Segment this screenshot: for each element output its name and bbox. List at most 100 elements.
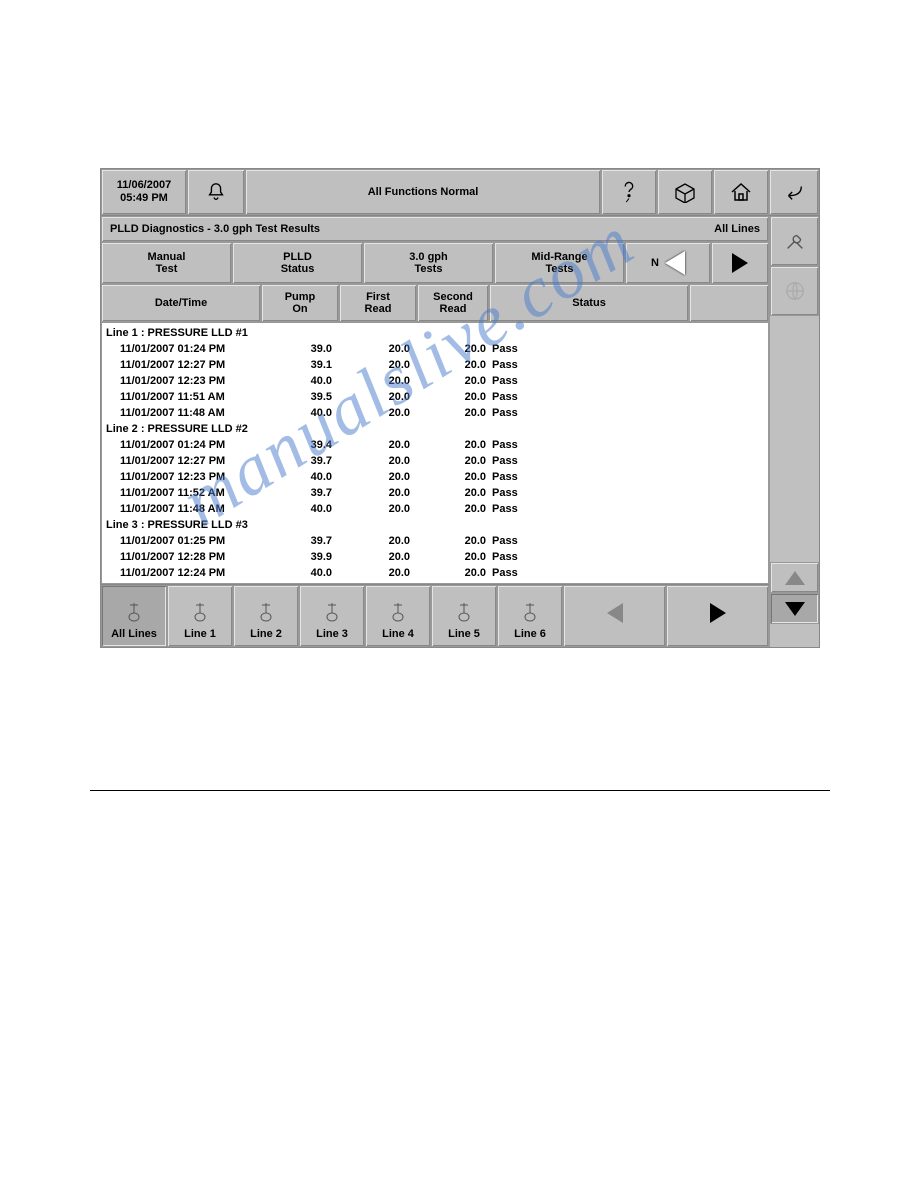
cell-datetime: 11/01/2007 12:24 PM [102,567,262,579]
table-row: 11/01/2007 12:27 PM39.120.020.0Pass [102,357,768,373]
group-header: Line 1 : PRESSURE LLD #1 [102,325,768,341]
cell-second: 20.0 [418,359,490,371]
tab-row: Manual Test PLLD Status 3.0 gph Tests Mi… [101,242,769,284]
cell-datetime: 11/01/2007 11:51 AM [102,391,262,403]
cell-first: 20.0 [340,503,418,515]
line-icon [125,601,143,623]
cell-status: Pass [490,343,768,355]
triangle-down-icon [785,602,805,616]
bottom-bar: All Lines Line 1 Line 2 Line 3 Line 4 [101,584,769,647]
tab-plld-status[interactable]: PLLD Status [232,242,363,284]
side-globe-button[interactable] [770,266,819,316]
cell-status: Pass [490,407,768,419]
table-row: 11/01/2007 12:23 PM40.020.020.0Pass [102,373,768,389]
cell-pump: 39.7 [262,535,340,547]
line-icon [455,601,473,623]
back-button[interactable] [769,169,819,215]
cell-datetime: 11/01/2007 01:25 PM [102,535,262,547]
datetime-cell: 11/06/2007 05:49 PM [101,169,187,215]
cell-second: 20.0 [418,343,490,355]
cell-datetime: 11/01/2007 11:52 AM [102,487,262,499]
sidebar-spacer [770,316,819,562]
side-scroll-down[interactable] [770,593,819,624]
cell-first: 20.0 [340,471,418,483]
triangle-left-icon [607,603,623,623]
cell-status: Pass [490,359,768,371]
help-button[interactable] [601,169,657,215]
package-button[interactable] [657,169,713,215]
cell-datetime: 11/01/2007 01:24 PM [102,439,262,451]
tab-scroll-left-icon[interactable] [665,251,685,275]
cell-datetime: 11/01/2007 12:23 PM [102,471,262,483]
alarm-button[interactable] [187,169,245,215]
btn-line-6[interactable]: Line 6 [497,585,563,647]
cell-second: 20.0 [418,487,490,499]
cell-second: 20.0 [418,471,490,483]
app-window: 11/06/2007 05:49 PM All Functions Normal… [100,168,820,648]
cell-pump: 39.0 [262,343,340,355]
side-scroll-up[interactable] [770,562,819,593]
col-pump: Pump On [261,284,339,322]
cell-datetime: 11/01/2007 12:27 PM [102,359,262,371]
tools-icon [784,230,806,252]
cell-pump: 40.0 [262,567,340,579]
cell-datetime: 11/01/2007 01:24 PM [102,343,262,355]
cell-status: Pass [490,487,768,499]
cell-status: Pass [490,439,768,451]
col-second: Second Read [417,284,489,322]
cell-first: 20.0 [340,567,418,579]
main-area: PLLD Diagnostics - 3.0 gph Test Results … [101,216,819,647]
line-icon [389,601,407,623]
table-row: 11/01/2007 01:25 PM39.720.020.0Pass [102,533,768,549]
status-text: All Functions Normal [368,186,479,198]
btn-line-3[interactable]: Line 3 [299,585,365,647]
cell-first: 20.0 [340,535,418,547]
cell-first: 20.0 [340,551,418,563]
btn-all-lines[interactable]: All Lines [101,585,167,647]
package-icon [673,181,697,203]
cell-pump: 39.5 [262,391,340,403]
cell-pump: 39.4 [262,439,340,451]
btn-line-2[interactable]: Line 2 [233,585,299,647]
cell-datetime: 11/01/2007 12:27 PM [102,455,262,467]
col-status: Status [489,284,689,322]
cell-pump: 40.0 [262,503,340,515]
table-row: 11/01/2007 01:24 PM39.420.020.0Pass [102,437,768,453]
line-icon [521,601,539,623]
cell-pump: 40.0 [262,471,340,483]
cell-datetime: 11/01/2007 12:28 PM [102,551,262,563]
tab-3gph-tests[interactable]: 3.0 gph Tests [363,242,494,284]
cell-first: 20.0 [340,455,418,467]
table-row: 11/01/2007 11:48 AM40.020.020.0Pass [102,405,768,421]
cell-first: 20.0 [340,391,418,403]
title-text: PLLD Diagnostics - 3.0 gph Test Results [110,223,320,235]
table-row: 11/01/2007 12:23 PM40.020.020.0Pass [102,469,768,485]
col-blank [689,284,769,322]
top-toolbar: 11/06/2007 05:49 PM All Functions Normal [101,169,819,216]
btn-page-left[interactable] [563,585,666,647]
btn-page-right[interactable] [666,585,769,647]
table-row: 11/01/2007 11:52 AM39.720.020.0Pass [102,485,768,501]
table-row: 11/01/2007 11:48 AM40.020.020.0Pass [102,501,768,517]
date-label: 11/06/2007 [117,179,171,192]
table-row: 11/01/2007 11:51 AM39.520.020.0Pass [102,389,768,405]
cell-first: 20.0 [340,359,418,371]
title-right: All Lines [714,223,760,235]
side-tools-button[interactable] [770,216,819,266]
cell-first: 20.0 [340,487,418,499]
btn-line-5[interactable]: Line 5 [431,585,497,647]
back-arrow-icon [783,182,805,202]
tab-scroll-right[interactable] [711,242,769,284]
cell-first: 20.0 [340,407,418,419]
cell-second: 20.0 [418,535,490,547]
time-label: 05:49 PM [120,192,168,205]
cell-pump: 39.7 [262,455,340,467]
cell-pump: 40.0 [262,407,340,419]
btn-line-1[interactable]: Line 1 [167,585,233,647]
triangle-up-icon [785,571,805,585]
home-button[interactable] [713,169,769,215]
cell-status: Pass [490,471,768,483]
tab-manual-test[interactable]: Manual Test [101,242,232,284]
tab-midrange-tests[interactable]: Mid-Range Tests [494,242,625,284]
btn-line-4[interactable]: Line 4 [365,585,431,647]
